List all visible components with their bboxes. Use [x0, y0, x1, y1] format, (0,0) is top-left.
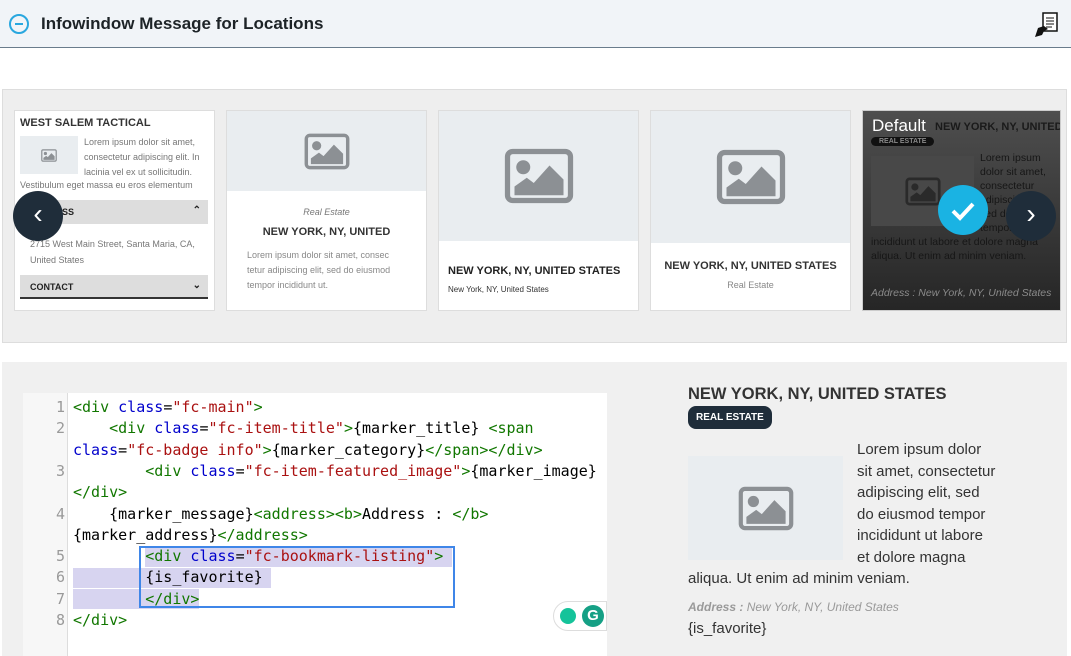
code-token: "fc-badge info" — [127, 440, 263, 459]
code-token: = — [118, 440, 128, 459]
preview-title: NEW YORK, NY, UNITED STATES REAL ESTATE — [688, 384, 998, 429]
code-token: = — [235, 461, 245, 480]
code-token: class — [118, 398, 164, 416]
section-title: Infowindow Message for Locations — [41, 14, 324, 33]
template-card-2[interactable]: Real Estate NEW YORK, NY, UNITED Lorem i… — [226, 110, 427, 311]
code-token: Address : — [362, 504, 453, 523]
template-carousel: WEST SALEM TACTICAL Lorem ipsum dolor si… — [2, 89, 1067, 343]
card-address: Address : New York, NY, United States — [871, 287, 1052, 299]
preview-message: Lorem ipsum dolor sit amet, consectetur … — [688, 441, 996, 587]
code-line: {marker_address}</address> — [73, 525, 308, 546]
grammarly-widget[interactable]: G — [553, 601, 607, 631]
card-category: Real Estate — [303, 207, 350, 217]
card-title: NEW YORK, NY, UNITED — [262, 226, 391, 238]
chevron-right-icon[interactable]: › — [1006, 191, 1056, 241]
code-token: "fc-item-title" — [208, 419, 344, 438]
code-token: </address> — [217, 525, 308, 544]
code-line: </div> — [73, 610, 127, 631]
code-token: {marker_address} — [73, 525, 218, 544]
code-token: {marker_message} — [73, 504, 254, 523]
line-number: 3 — [55, 461, 65, 480]
line-number: 7 — [55, 589, 65, 608]
code-token: </div> — [73, 483, 128, 502]
code-line: class="fc-badge info">{marker_category}<… — [73, 440, 543, 461]
card-message: Lorem ipsum dolor sit amet, consec tetur… — [247, 250, 391, 290]
card-address: 2715 West Main Street, Santa Maria, CA, … — [30, 239, 195, 265]
lightbulb-icon[interactable] — [560, 608, 576, 624]
code-line: {marker_message}<address><b>Address : </… — [73, 504, 488, 525]
infowindow-preview: NEW YORK, NY, UNITED STATES REAL ESTATE … — [688, 384, 998, 637]
card-badge: REAL ESTATE — [871, 137, 935, 146]
accordion-contact[interactable]: CONTACT ⌄ — [20, 275, 208, 299]
line-number: 5 — [55, 547, 65, 566]
code-line: <div class="fc-item-title">{marker_title… — [73, 418, 534, 439]
preview-badge: REAL ESTATE — [688, 406, 772, 429]
line-number: 2 — [55, 419, 65, 438]
code-token: {marker_title} — [352, 419, 489, 438]
code-token: > — [262, 440, 272, 459]
card-title: NEW YORK, NY, UNITED STATES — [935, 121, 1061, 133]
image-placeholder-icon — [20, 136, 78, 174]
code-token: <div — [145, 461, 191, 480]
code-token: <address><b> — [253, 504, 362, 523]
code-token: class — [73, 440, 119, 459]
image-placeholder-icon — [688, 456, 843, 560]
card-address: New York, NY, United States — [448, 285, 549, 294]
code-token: <div — [109, 419, 155, 438]
code-token: = — [163, 398, 173, 416]
code-token: <span — [488, 419, 534, 438]
code-token: </div> — [73, 611, 128, 629]
template-card-3[interactable]: NEW YORK, NY, UNITED STATES New York, NY… — [438, 110, 639, 311]
accordion-label: CONTACT — [30, 282, 74, 292]
code-token: class — [154, 419, 200, 438]
grammarly-icon[interactable]: G — [582, 605, 604, 627]
code-token: > — [343, 419, 353, 438]
minus-circle-icon[interactable] — [9, 14, 29, 34]
image-placeholder-icon — [439, 111, 638, 241]
preview-address: Address : New York, NY, United States — [688, 599, 899, 614]
preview-favorite: {is_favorite} — [688, 619, 767, 637]
code-token: "fc-main" — [172, 398, 254, 416]
card-title: NEW YORK, NY, UNITED STATES — [448, 265, 621, 277]
code-line: </div> — [73, 482, 127, 503]
chevron-left-icon[interactable]: ‹ — [13, 191, 63, 241]
code-token: {marker_image} — [470, 461, 597, 480]
line-number: 1 — [55, 398, 65, 416]
code-token: {marker_category} — [271, 440, 426, 459]
check-icon[interactable] — [938, 185, 988, 235]
chevron-down-icon: ⌄ — [192, 280, 201, 291]
card-message-cont: Vestibulum eget massa eu eros elementum — [20, 180, 193, 190]
code-token: <div — [73, 398, 119, 416]
line-number: 6 — [55, 568, 65, 587]
line-number: 4 — [55, 504, 65, 523]
card-category: Real Estate — [727, 280, 774, 290]
card-title: WEST SALEM TACTICAL — [20, 117, 151, 129]
code-token: > — [253, 398, 263, 416]
line-number: 8 — [55, 611, 65, 629]
default-label: Default — [872, 116, 926, 135]
card-message: Lorem ipsum dolor sit amet, consectetur … — [84, 137, 200, 177]
image-placeholder-icon — [227, 111, 426, 191]
section-header: Infowindow Message for Locations — [0, 0, 1071, 48]
code-token: </span></div> — [425, 440, 543, 459]
code-token: "fc-item-featured_image" — [244, 461, 462, 480]
code-token: </b> — [452, 504, 489, 523]
image-placeholder-icon — [651, 111, 850, 243]
code-line: <div class="fc-main"> — [73, 397, 263, 418]
selection-box — [139, 546, 455, 608]
code-token: class — [190, 461, 236, 480]
document-hand-icon[interactable] — [1034, 12, 1060, 38]
code-editor[interactable]: 1 <div class="fc-main"> 2 <div class="fc-i… — [23, 393, 607, 656]
code-line: <div class="fc-item-featured_image">{mar… — [73, 461, 597, 482]
template-card-4[interactable]: NEW YORK, NY, UNITED STATES Real Estate — [650, 110, 851, 311]
card-title: NEW YORK, NY, UNITED STATES — [664, 260, 837, 272]
chevron-up-icon: ⌃ — [192, 205, 201, 216]
